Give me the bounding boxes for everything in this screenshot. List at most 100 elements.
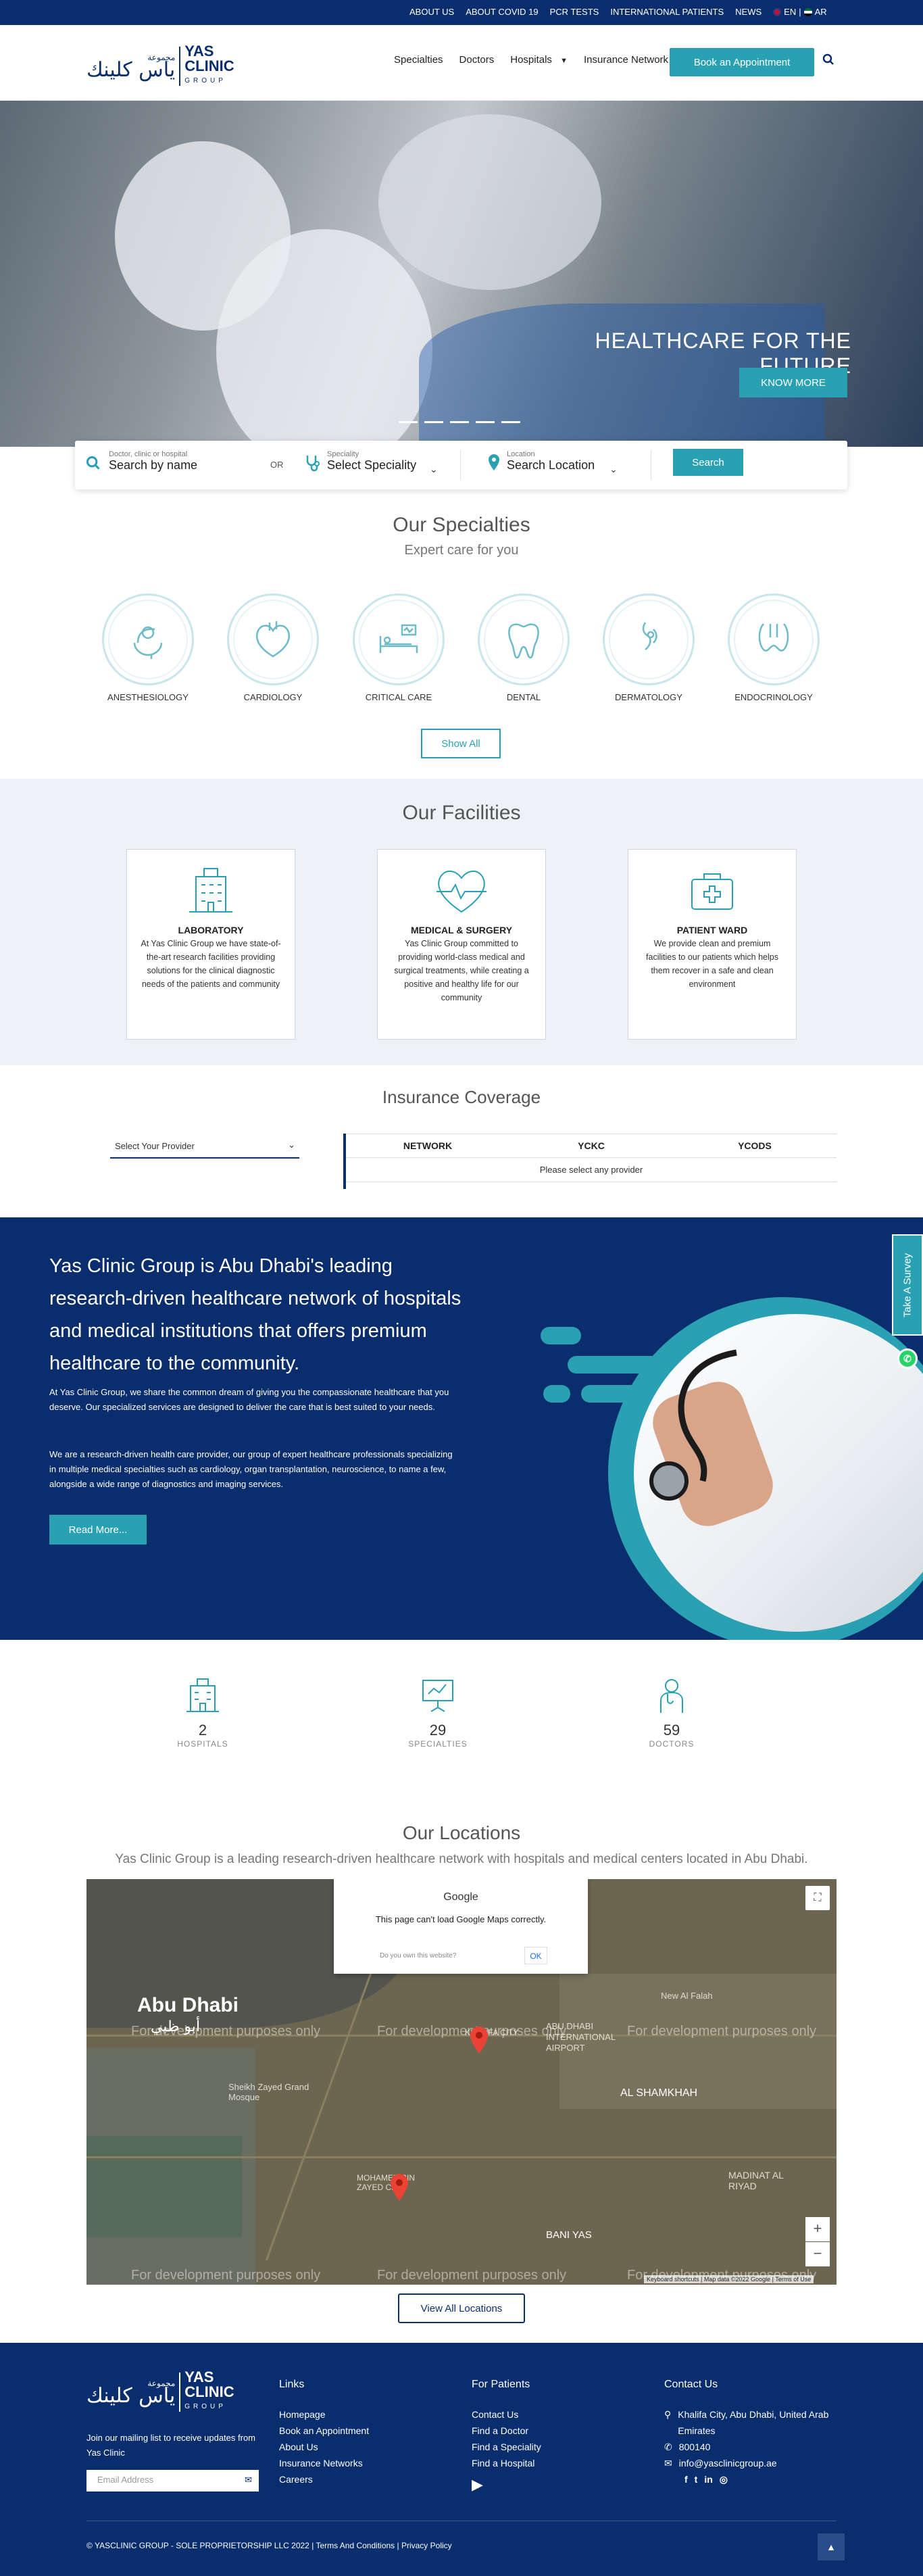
book-appointment-button[interactable]: Book an Appointment	[670, 48, 814, 76]
locations-title: Our Locations	[402, 1822, 521, 1843]
location-label: Location	[507, 450, 535, 458]
footer-link-homepage[interactable]: Homepage	[279, 2406, 369, 2423]
footer-link-about[interactable]: About Us	[279, 2439, 369, 2455]
specialty-anesthesiology[interactable]: ANESTHESIOLOGY	[102, 593, 194, 702]
stat-value: 29	[429, 1722, 447, 1739]
search-button[interactable]: Search	[673, 449, 743, 476]
uae-flag-icon	[803, 7, 812, 16]
logo-en: YAS CLINIC	[184, 43, 234, 74]
map-dialog-message: This page can't load Google Maps correct…	[375, 1914, 547, 1924]
carousel-dot[interactable]	[399, 421, 418, 423]
whatsapp-icon[interactable]: ✆	[897, 1348, 918, 1369]
footer-address: Khalifa City, Abu Dhabi, United Arab Emi…	[678, 2409, 829, 2436]
header: مجموعة ياس كلينك YAS CLINIC GROUP Specialt…	[0, 25, 923, 101]
privacy-link[interactable]: Privacy Policy	[401, 2541, 452, 2550]
specialty-dermatology[interactable]: DERMATOLOGY	[603, 593, 695, 702]
about-section: Yas Clinic Group is Abu Dhabi's leading …	[0, 1217, 923, 1640]
nav-specialties[interactable]: Specialties	[394, 54, 443, 66]
insurance-provider-value: Select Your Provider	[115, 1141, 195, 1151]
facilities-section: Our Facilities LABORATORY At Yas Clinic …	[0, 779, 923, 1065]
specialty-cardiology[interactable]: CARDIOLOGY	[227, 593, 319, 702]
topbar-link-pcr[interactable]: PCR TESTS	[550, 7, 599, 17]
zoom-out-button[interactable]: −	[805, 2242, 830, 2266]
search-icon[interactable]	[822, 53, 834, 69]
carousel-dot[interactable]	[501, 421, 520, 423]
show-all-button[interactable]: Show All	[421, 729, 501, 758]
take-survey-tab[interactable]: Take A Survey	[892, 1234, 923, 1336]
specialty-critical-care[interactable]: CRITICAL CARE	[353, 593, 445, 702]
footer-link-find-doctor[interactable]: Find a Doctor	[472, 2423, 541, 2439]
name-search-label: Doctor, clinic or hospital	[109, 450, 188, 458]
map-marker-icon[interactable]	[391, 2174, 408, 2201]
footer-link-find-speciality[interactable]: Find a Speciality	[472, 2439, 541, 2455]
nav-doctors[interactable]: Doctors	[459, 54, 495, 66]
twitter-icon[interactable]: t	[695, 2471, 698, 2487]
terms-link[interactable]: Terms And Conditions	[316, 2541, 395, 2550]
map-dev-watermark: For development purposes only	[131, 2268, 321, 2283]
insurance-provider-select[interactable]: Select Your Provider ⌄	[110, 1136, 299, 1159]
facility-title: LABORATORY	[178, 925, 244, 935]
newsletter-email-input[interactable]: Email Address ✉	[86, 2470, 259, 2492]
facility-laboratory[interactable]: LABORATORY At Yas Clinic Group we have s…	[126, 849, 295, 1040]
mailing-list-text: Join our mailing list to receive updates…	[86, 2433, 256, 2458]
instagram-icon[interactable]: ◎	[720, 2471, 728, 2487]
topbar-link-news[interactable]: NEWS	[735, 7, 762, 17]
column-header-yckc: YCKC	[578, 1140, 605, 1151]
know-more-button[interactable]: KNOW MORE	[739, 368, 847, 397]
footer-patients: For Patients Contact Us Find a Doctor Fi…	[472, 2377, 541, 2493]
location-pin-icon: ⚲	[664, 2409, 672, 2420]
view-all-locations-button[interactable]: View All Locations	[398, 2293, 525, 2323]
footer-email[interactable]: info@yasclinicgroup.ae	[679, 2455, 777, 2471]
location-select[interactable]: Location Search Location ⌄	[507, 450, 628, 475]
footer-link-careers[interactable]: Careers	[279, 2471, 369, 2487]
copyright-text: © YASCLINIC GROUP - SOLE PROPRIETORSHIP …	[86, 2541, 309, 2550]
fullscreen-button[interactable]: ⛶	[805, 1886, 830, 1910]
insurance-empty-message: Please select any provider	[346, 1158, 837, 1182]
mail-icon[interactable]: ✉	[245, 2475, 252, 2485]
lang-separator: |	[799, 7, 801, 17]
name-search-field[interactable]: Doctor, clinic or hospital Search by nam…	[109, 450, 197, 472]
logo[interactable]: مجموعة ياس كلينك YAS CLINIC GROUP	[86, 43, 234, 89]
footer-phone[interactable]: 800140	[679, 2439, 711, 2455]
column-header-network: NETWORK	[403, 1140, 453, 1151]
name-search-input[interactable]: Search by name	[109, 458, 197, 472]
nav-insurance-network[interactable]: Insurance Network	[584, 54, 668, 66]
footer-link-book[interactable]: Book an Appointment	[279, 2423, 369, 2439]
read-more-button[interactable]: Read More...	[49, 1515, 147, 1545]
facebook-icon[interactable]: f	[684, 2471, 688, 2487]
footer-logo[interactable]: مجموعة ياس كلينك YAS CLINIC GROUP	[86, 2370, 234, 2414]
footer-link-insurance[interactable]: Insurance Networks	[279, 2455, 369, 2471]
carousel-dots[interactable]	[399, 421, 520, 423]
stat-value: 2	[198, 1722, 207, 1739]
map-marker-icon[interactable]	[470, 2026, 488, 2053]
speciality-select[interactable]: Speciality Select Speciality ⌄	[327, 450, 449, 475]
footer-link-contact[interactable]: Contact Us	[472, 2406, 541, 2423]
facility-patient-ward[interactable]: PATIENT WARD We provide clean and premiu…	[628, 849, 797, 1040]
scroll-top-button[interactable]: ▲	[818, 2533, 845, 2560]
carousel-dot[interactable]	[424, 421, 443, 423]
heart-pulse-icon	[436, 871, 487, 913]
specialty-endocrinology[interactable]: ENDOCRINOLOGY	[728, 593, 820, 702]
topbar-link-covid[interactable]: ABOUT COVID 19	[466, 7, 538, 17]
topbar-link-about[interactable]: ABOUT US	[409, 7, 454, 17]
presentation-board-icon	[422, 1680, 453, 1712]
lang-en[interactable]: EN	[784, 7, 796, 17]
lang-ar[interactable]: AR	[815, 7, 827, 17]
map-dialog-question[interactable]: Do you own this website?	[380, 1952, 456, 1960]
footer-link-find-hospital[interactable]: Find a Hospital	[472, 2455, 541, 2471]
map-dialog-ok-button[interactable]: OK	[524, 1947, 547, 1964]
specialty-dental[interactable]: DENTAL	[478, 593, 570, 702]
carousel-dot[interactable]	[476, 421, 495, 423]
facility-title: PATIENT WARD	[676, 925, 748, 935]
linkedin-icon[interactable]: in	[704, 2471, 712, 2487]
carousel-dot[interactable]	[450, 421, 469, 423]
locations-map[interactable]: Abu Dhabi أبو ظبي ABU DHABI INTERNATIONA…	[86, 1879, 837, 2285]
nav-hospitals[interactable]: Hospitals ▼	[510, 54, 568, 66]
zoom-in-button[interactable]: +	[805, 2217, 830, 2241]
facility-medical-surgery[interactable]: MEDICAL & SURGERY Yas Clinic Group commi…	[377, 849, 546, 1040]
google-play-icon[interactable]: ▶	[472, 2477, 483, 2493]
stethoscope-icon	[305, 454, 321, 475]
logo-ar: ياس كلينك	[86, 58, 176, 82]
insurance-title: Insurance Coverage	[382, 1087, 541, 1107]
topbar-link-international[interactable]: INTERNATIONAL PATIENTS	[610, 7, 724, 17]
